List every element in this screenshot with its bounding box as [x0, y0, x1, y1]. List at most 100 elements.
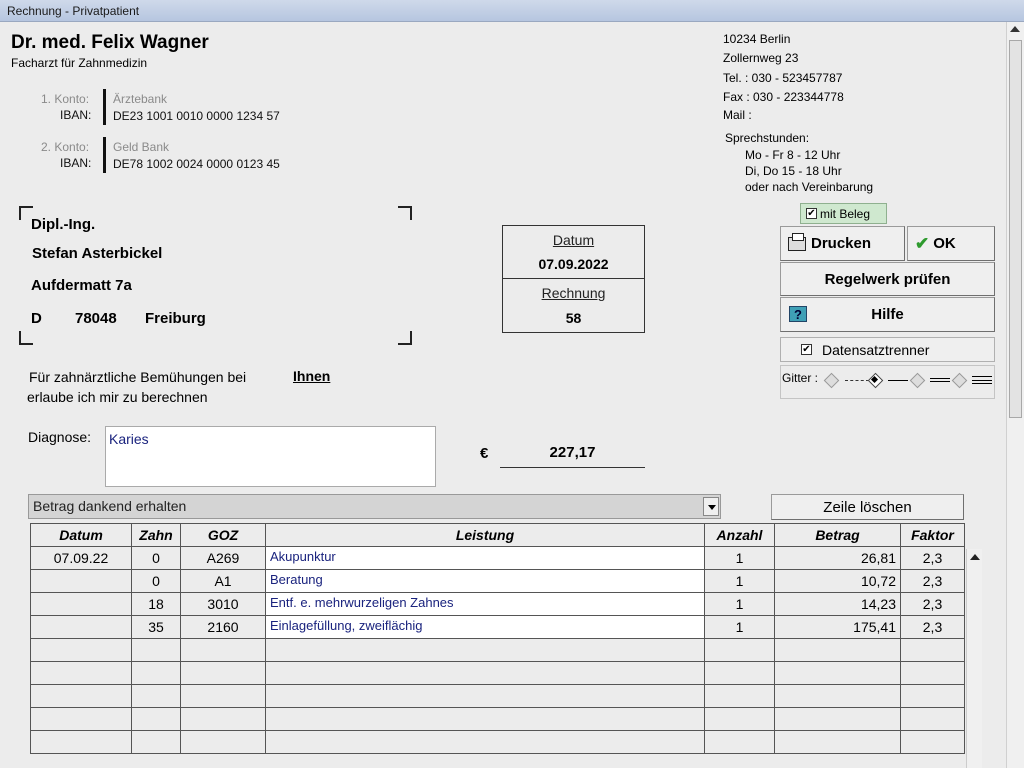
grid-style-group: Gitter : — [780, 365, 995, 399]
ok-button[interactable]: ✔ OK — [907, 226, 995, 261]
hours-line-2: Di, Do 15 - 18 Uhr — [745, 164, 842, 178]
cell-faktor[interactable]: 2,3 — [900, 615, 965, 639]
delete-row-button[interactable]: Zeile löschen — [771, 494, 964, 520]
account-1-bank: Ärztebank — [113, 92, 168, 106]
cell-anzahl[interactable]: 1 — [704, 546, 775, 570]
record-separator-toggle[interactable]: ✔ Datensatztrenner — [780, 337, 995, 362]
table-header-row: Datum Zahn GOZ Leistung Anzahl Betrag Fa… — [30, 523, 965, 547]
col-header-betrag[interactable]: Betrag — [774, 523, 901, 547]
diagnosis-label: Diagnose: — [28, 429, 92, 445]
cell-zahn[interactable]: 0 — [131, 546, 181, 570]
account-2-divider — [103, 137, 106, 173]
col-header-datum[interactable]: Datum — [30, 523, 132, 547]
account-1-iban: DE23 1001 0010 0000 1234 57 — [113, 109, 280, 123]
hours-line-3: oder nach Vereinbarung — [745, 180, 874, 194]
cell-faktor[interactable]: 2,3 — [900, 569, 965, 593]
cell-betrag[interactable]: 26,81 — [774, 546, 901, 570]
cell-datum[interactable]: 07.09.22 — [30, 546, 132, 570]
services-table: Datum Zahn GOZ Leistung Anzahl Betrag Fa… — [30, 523, 965, 754]
print-button-label: Drucken — [811, 235, 872, 252]
invoice-number: 58 — [565, 310, 582, 326]
intro-line-1: Für zahnärztliche Bemühungen bei — [29, 369, 247, 385]
cell-faktor[interactable]: 2,3 — [900, 592, 965, 616]
cell-datum[interactable] — [30, 569, 132, 593]
account-2-bank: Geld Bank — [113, 140, 170, 154]
cell-goz[interactable]: 2160 — [180, 615, 266, 639]
cell-leistung[interactable]: Beratung — [265, 569, 705, 593]
invoice-label: Rechnung — [541, 285, 606, 301]
intro-line-2: erlaube ich mir zu berechnen — [27, 389, 208, 405]
table-row-empty[interactable] — [30, 684, 965, 708]
scroll-up-icon[interactable] — [1010, 26, 1020, 32]
help-icon: ? — [789, 306, 807, 322]
doctor-name: Dr. med. Felix Wagner — [11, 32, 209, 53]
cell-betrag[interactable]: 10,72 — [774, 569, 901, 593]
total-amount: 227,17 — [500, 444, 645, 468]
account-1-divider — [103, 89, 106, 125]
hours-title: Sprechstunden: — [725, 131, 810, 145]
cell-datum[interactable] — [30, 615, 132, 639]
table-row-empty[interactable] — [30, 730, 965, 754]
diagnosis-textarea[interactable]: Karies — [105, 426, 436, 487]
table-row[interactable]: 18 3010 Entf. e. mehrwurzeligen Zahnes 1… — [30, 592, 965, 616]
address-corner-br — [398, 331, 412, 345]
ok-button-label: OK — [933, 235, 956, 252]
help-button[interactable]: ? Hilfe — [780, 297, 995, 332]
cell-leistung[interactable]: Akupunktur — [265, 546, 705, 570]
recipient-street: Aufdermatt 7a — [31, 277, 132, 294]
printer-icon — [788, 232, 806, 251]
table-row[interactable]: 35 2160 Einlagefüllung, zweiflächig 1 17… — [30, 615, 965, 639]
grid-option-solid-radio[interactable] — [909, 372, 926, 389]
print-button[interactable]: Drucken — [780, 226, 905, 261]
doctor-mail: Mail : — [723, 108, 752, 122]
cell-anzahl[interactable]: 1 — [704, 615, 775, 639]
currency-symbol: € — [480, 445, 489, 462]
cell-goz[interactable]: A1 — [180, 569, 266, 593]
grid-option-none-radio[interactable] — [823, 372, 840, 389]
scroll-up-icon[interactable] — [970, 554, 980, 560]
recipient-zip: 78048 — [75, 310, 117, 327]
cell-anzahl[interactable]: 1 — [704, 569, 775, 593]
cell-leistung[interactable]: Einlagefüllung, zweiflächig — [265, 615, 705, 639]
invoice-date: 07.09.2022 — [538, 256, 609, 272]
address-corner-tr — [398, 206, 412, 220]
window-title: Rechnung - Privatpatient — [0, 0, 1024, 22]
doctor-specialty: Facharzt für Zahnmedizin — [11, 56, 148, 70]
recipient-name: Stefan Asterbickel — [32, 245, 163, 262]
mit-beleg-toggle[interactable]: ✔ mit Beleg — [800, 203, 887, 224]
account-2-iban: DE78 1002 0024 0000 0123 45 — [113, 157, 280, 171]
col-header-goz[interactable]: GOZ — [180, 523, 266, 547]
cell-goz[interactable]: 3010 — [180, 592, 266, 616]
cell-zahn[interactable]: 18 — [131, 592, 181, 616]
table-row[interactable]: 0 A1 Beratung 1 10,72 2,3 — [30, 569, 965, 593]
cell-faktor[interactable]: 2,3 — [900, 546, 965, 570]
scrollbar-thumb[interactable] — [1009, 40, 1022, 418]
cell-leistung[interactable]: Entf. e. mehrwurzeligen Zahnes — [265, 592, 705, 616]
window-scrollbar[interactable] — [1006, 22, 1024, 768]
cell-zahn[interactable]: 35 — [131, 615, 181, 639]
table-row-empty[interactable] — [30, 661, 965, 685]
check-rules-button[interactable]: Regelwerk prüfen — [780, 262, 995, 296]
col-header-faktor[interactable]: Faktor — [900, 523, 965, 547]
col-header-zahn[interactable]: Zahn — [131, 523, 181, 547]
cell-anzahl[interactable]: 1 — [704, 592, 775, 616]
table-scrollbar[interactable] — [966, 549, 982, 768]
grid-option-double-radio[interactable] — [951, 372, 968, 389]
cell-goz[interactable]: A269 — [180, 546, 266, 570]
table-row[interactable]: 07.09.22 0 A269 Akupunktur 1 26,81 2,3 — [30, 546, 965, 570]
grid-triple-line-icon — [972, 376, 992, 384]
recipient-city: Freiburg — [145, 310, 206, 327]
cell-betrag[interactable]: 175,41 — [774, 615, 901, 639]
col-header-leistung[interactable]: Leistung — [265, 523, 705, 547]
doctor-street: Zollernweg 23 — [723, 51, 799, 65]
cell-zahn[interactable]: 0 — [131, 569, 181, 593]
cell-betrag[interactable]: 14,23 — [774, 592, 901, 616]
col-header-anzahl[interactable]: Anzahl — [704, 523, 775, 547]
table-row-empty[interactable] — [30, 638, 965, 662]
doctor-city: 10234 Berlin — [723, 32, 791, 46]
doctor-fax: Fax : 030 - 223344778 — [723, 90, 844, 104]
chevron-down-icon[interactable] — [703, 497, 719, 516]
payment-status-select[interactable]: Betrag dankend erhalten — [28, 494, 721, 519]
table-row-empty[interactable] — [30, 707, 965, 731]
cell-datum[interactable] — [30, 592, 132, 616]
